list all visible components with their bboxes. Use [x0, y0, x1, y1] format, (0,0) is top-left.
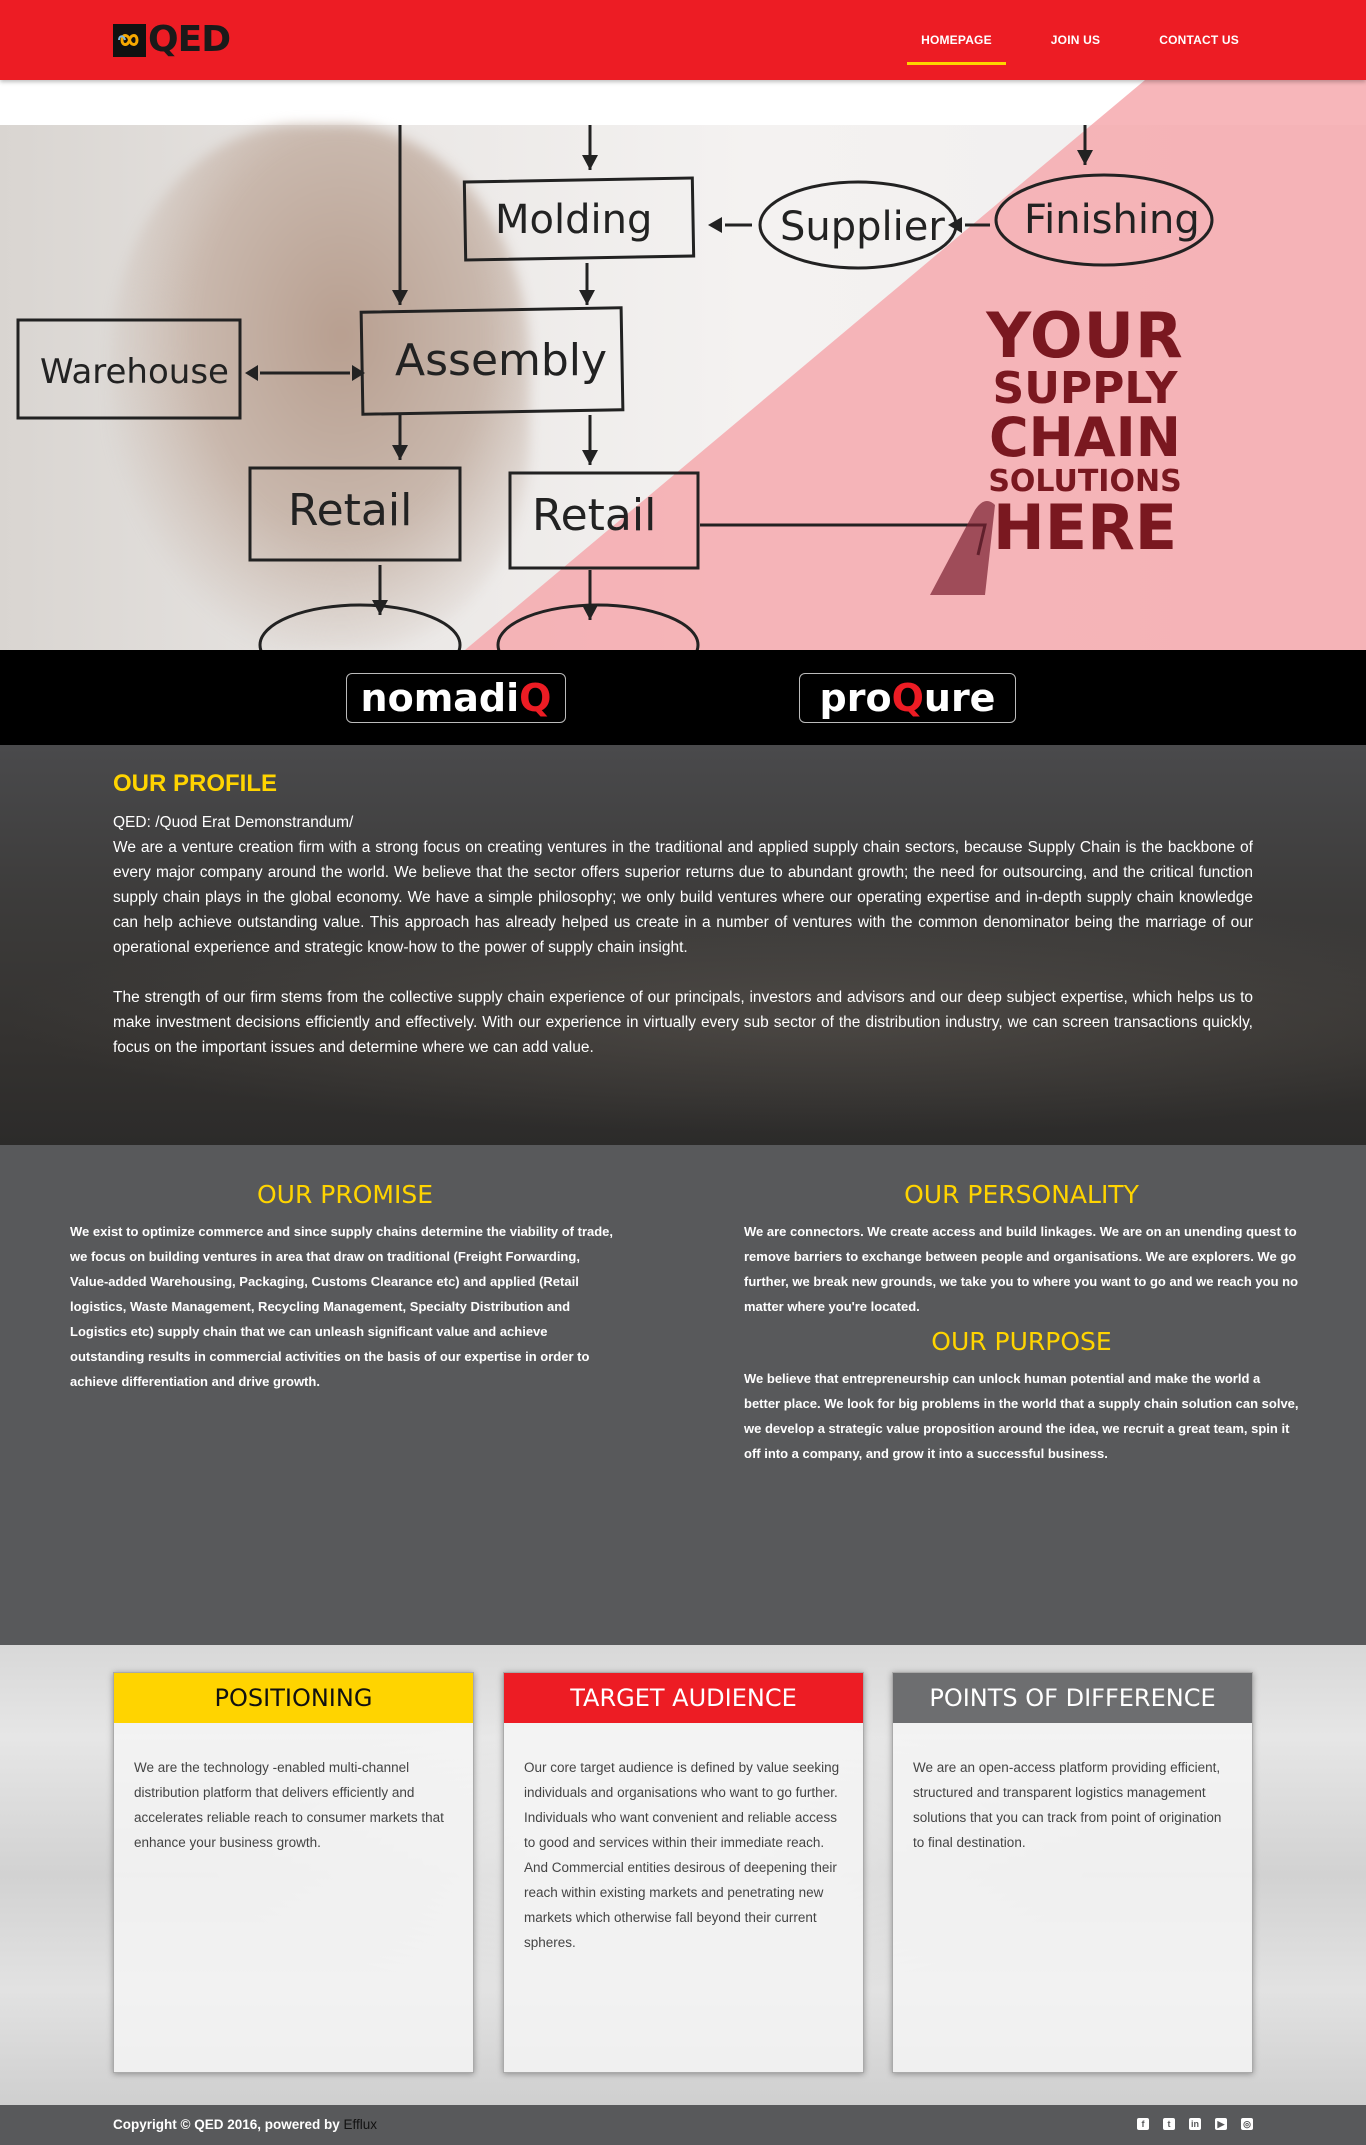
nav-contact-us[interactable]: CONTACT US [1145, 25, 1253, 55]
brand-proqure-q: Q [891, 676, 924, 720]
tagline-line-1: YOUR [986, 299, 1184, 372]
card-points-of-difference: POINTS OF DIFFERENCE We are an open-acce… [892, 1672, 1253, 2073]
personality-title: OUR PERSONALITY [904, 1180, 1139, 1209]
nav-join-us[interactable]: JOIN US [1037, 25, 1114, 55]
partner-brands: nomadi Q pro Qure [0, 650, 1366, 745]
brand-proqure-prefix: pro [819, 676, 892, 720]
efflux-link[interactable]: Efflux [344, 2117, 378, 2132]
card-positioning: POSITIONING We are the technology -enabl… [113, 1672, 474, 2073]
youtube-icon[interactable]: ▶ [1215, 2118, 1227, 2130]
diagram-label-warehouse: Warehouse [40, 352, 229, 392]
profile-paragraph-2: The strength of our firm stems from the … [113, 989, 1253, 1056]
nav-homepage[interactable]: HOMEPAGE [907, 25, 1006, 65]
profile-title: OUR PROFILE [113, 770, 278, 797]
diagram-label-assembly: Assembly [395, 335, 607, 386]
copyright-text: Copyright © QED 2016, powered by [113, 2117, 340, 2132]
instagram-icon[interactable]: ◎ [1241, 2118, 1253, 2130]
brand-proqure[interactable]: pro Qure [799, 673, 1016, 723]
promise-block: OUR PROMISE We exist to optimize commerc… [70, 1180, 620, 1394]
purpose-text: We believe that entrepreneurship can unl… [744, 1371, 1299, 1461]
profile-section: OUR PROFILE QED: /Quod Erat Demonstrandu… [0, 745, 1366, 1145]
diagram-label-molding: Molding [495, 197, 652, 243]
values-section: OUR PROMISE We exist to optimize commerc… [0, 1145, 1366, 1645]
copyright: Copyright © QED 2016, powered by Efflux [113, 2117, 377, 2132]
facebook-icon[interactable]: f [1137, 2118, 1149, 2130]
card-target-audience-title: TARGET AUDIENCE [504, 1673, 863, 1723]
purpose-title: OUR PURPOSE [931, 1327, 1112, 1356]
card-positioning-text: We are the technology -enabled multi-cha… [134, 1760, 444, 1850]
card-points-of-difference-title: POINTS OF DIFFERENCE [893, 1673, 1252, 1723]
brand-nomadiq[interactable]: nomadi Q [346, 673, 566, 723]
card-target-audience-text: Our core target audience is defined by v… [524, 1760, 840, 1950]
hero-tagline: YOUR SUPPLY CHAIN SOLUTIONS HERE [985, 305, 1185, 559]
card-points-of-difference-text: We are an open-access platform providing… [913, 1760, 1222, 1850]
logo-infinity-icon [113, 23, 146, 57]
personality-block: OUR PERSONALITY We are connectors. We cr… [744, 1180, 1299, 1319]
linkedin-icon[interactable]: in [1189, 2118, 1201, 2130]
twitter-icon[interactable]: t [1163, 2118, 1175, 2130]
profile-subtitle: QED: /Quod Erat Demonstrandum/ [113, 814, 354, 831]
profile-paragraph-1: We are a venture creation firm with a st… [113, 839, 1253, 956]
brand-nomadiq-prefix: nomadi [360, 676, 520, 720]
diagram-label-supplier: Supplier [780, 204, 945, 250]
logo-text: QED [148, 19, 231, 60]
tagline-line-2: SUPPLY [992, 363, 1178, 414]
personality-text: We are connectors. We create access and … [744, 1224, 1299, 1314]
tagline-line-3: CHAIN [989, 406, 1181, 469]
footer: Copyright © QED 2016, powered by Efflux … [0, 2105, 1366, 2145]
brand-nomadiq-q: Q [519, 676, 552, 720]
main-nav: HOMEPAGE JOIN US CONTACT US [876, 0, 1253, 80]
promise-title: OUR PROMISE [256, 1180, 434, 1209]
qed-logo[interactable]: QED [113, 19, 231, 60]
diagram-label-finishing: Finishing [1024, 197, 1200, 243]
promise-text: We exist to optimize commerce and since … [70, 1224, 614, 1389]
tagline-line-5: HERE [992, 491, 1178, 564]
card-target-audience: TARGET AUDIENCE Our core target audience… [503, 1672, 864, 2073]
purpose-block: OUR PURPOSE We believe that entrepreneur… [744, 1327, 1299, 1466]
diagram-label-retail-1: Retail [288, 485, 412, 536]
hero-banner: Molding Supplier Finishing Warehouse Ass… [0, 80, 1366, 650]
social-links: f t in ▶ ◎ [1123, 2118, 1253, 2130]
brand-proqure-suffix: ure [923, 676, 996, 720]
card-positioning-title: POSITIONING [114, 1673, 473, 1723]
cards-section: POSITIONING We are the technology -enabl… [0, 1645, 1366, 2105]
navbar: QED HOMEPAGE JOIN US CONTACT US [0, 0, 1366, 80]
diagram-label-retail-2: Retail [532, 490, 656, 541]
